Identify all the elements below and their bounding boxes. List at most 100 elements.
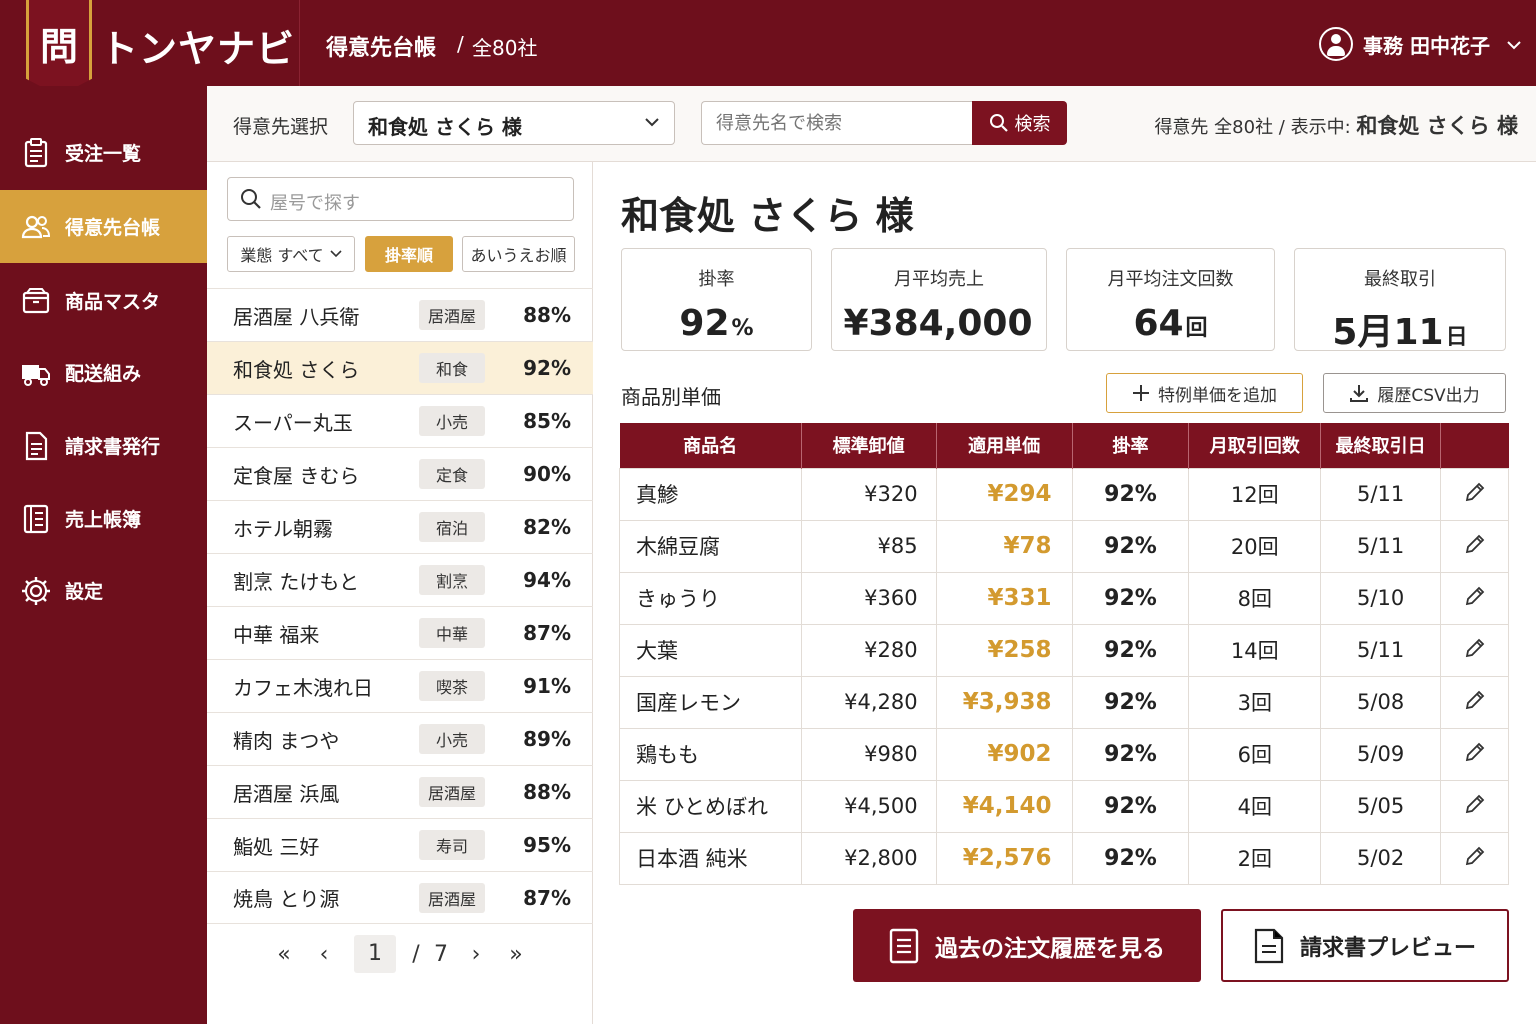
business-type-badge: 和食 [419,353,485,383]
list-item[interactable]: 定食屋 きむら 定食 90% [207,447,593,500]
download-icon [1350,385,1369,402]
list-item[interactable]: 割烹 たけもと 割烹 94% [207,553,593,606]
filter-bar: 得意先選択 和食処 さくら 様 検索 得意先 全80社 / 表示中: 和食処 さ… [207,86,1536,162]
user-avatar-icon [1319,27,1354,61]
list-item[interactable]: 焼鳥 とり源 居酒屋 87% [207,871,593,924]
column-header[interactable]: 月取引回数 [1188,423,1321,468]
list-item[interactable]: 中華 福来 中華 87% [207,606,593,659]
stat-label: 最終取引 [1364,269,1436,290]
rate-cell: 92% [1071,623,1190,677]
add-special-price-button[interactable]: 特例単価を追加 [1106,373,1303,413]
column-header-edit [1440,423,1509,468]
rate-value: 90% [523,462,571,486]
table-row: 木綿豆腐 ¥85 ¥78 92% 20回 5/11 [619,519,1509,573]
logo-area[interactable]: 問 トンヤナビ [0,0,300,96]
list-item[interactable]: ホテル朝霧 宿泊 82% [207,500,593,553]
column-header[interactable]: 標準卸値 [800,423,937,468]
rate-value: 85% [523,409,571,433]
sidebar-item-delivery[interactable]: 配送組み [0,336,207,409]
pencil-icon [1463,534,1487,561]
chevron-down-icon [644,112,660,131]
stat-card-monthly-sales: 月平均売上 ¥384,000 [831,248,1047,351]
edit-price-button[interactable] [1440,623,1509,677]
edit-price-button[interactable] [1440,675,1509,729]
chip-label: 業態 すべて [240,246,324,265]
last-page-icon[interactable]: » [496,942,536,967]
monthly-count: 12回 [1188,467,1322,521]
monthly-count: 6回 [1188,727,1322,781]
pencil-icon [1463,846,1487,873]
edit-price-button[interactable] [1440,727,1509,781]
sort-by-rate-chip[interactable]: 掛率順 [365,236,453,272]
stat-label: 掛率 [698,269,735,290]
list-item[interactable]: 居酒屋 浜風 居酒屋 88% [207,765,593,818]
edit-price-button[interactable] [1440,519,1509,573]
monthly-count: 8回 [1188,571,1322,625]
sidebar-item-sales-ledger[interactable]: 売上帳簿 [0,482,207,555]
business-type-badge: 小売 [419,724,485,754]
button-label: 履歴CSV出力 [1377,385,1480,406]
list-item[interactable]: カフェ木洩れ日 喫茶 91% [207,659,593,712]
customer-name: ホテル朝霧 [233,516,333,541]
list-item-selected[interactable]: 和食処 さくら 和食 92% [207,341,593,394]
column-header[interactable]: 適用単価 [935,423,1073,468]
customer-name: カフェ木洩れ日 [233,675,373,700]
user-menu[interactable]: 事務 田中花子 [1319,24,1522,64]
applied-price: ¥3,938 [935,675,1073,729]
list-item[interactable]: 鮨処 三好 寿司 95% [207,818,593,871]
invoice-preview-button[interactable]: 請求書プレビュー [1221,909,1509,982]
status-prefix: 得意先 全80社 / 表示中: [1154,117,1351,138]
stat-label: 月平均売上 [894,269,984,290]
edit-price-button[interactable] [1440,779,1509,833]
trade-name-search-placeholder: 屋号で探す [270,193,360,214]
rate-value: 82% [523,515,571,539]
list-item[interactable]: 精肉 まつや 小売 89% [207,712,593,765]
list-item[interactable]: スーパー丸玉 小売 85% [207,394,593,447]
monthly-count: 20回 [1188,519,1322,573]
table-row: 鶏もも ¥980 ¥902 92% 6回 5/09 [619,727,1509,781]
sort-by-kana-chip[interactable]: あいうえお順 [462,236,575,272]
prev-page-icon[interactable]: ‹ [304,942,344,967]
last-trade-date: 5/08 [1320,675,1442,729]
column-header[interactable]: 最終取引日 [1320,423,1441,468]
sidebar-item-orders[interactable]: 受注一覧 [0,116,207,189]
sidebar-item-products[interactable]: 商品マスタ [0,264,207,337]
rate-value: 87% [523,885,571,910]
sidebar-item-customers[interactable]: 得意先台帳 [0,190,207,263]
stat-card-last-trade: 最終取引 5月11日 [1294,248,1506,353]
sidebar-item-label: 商品マスタ [65,291,161,313]
business-type-badge: 割烹 [419,565,485,595]
first-page-icon[interactable]: « [264,942,304,967]
column-header[interactable]: 掛率 [1071,423,1189,468]
product-name: きゅうり [619,571,802,625]
business-type-badge: 居酒屋 [419,882,485,913]
list-item[interactable]: 居酒屋 八兵衛 居酒屋 88% [207,288,593,341]
customer-select[interactable]: 和食処 さくら 様 [353,101,675,145]
chip-label: 掛率順 [384,246,433,265]
stat-number: 92 [679,303,730,344]
search-button[interactable]: 検索 [972,101,1067,145]
next-page-icon[interactable]: › [456,942,496,967]
pencil-icon [1463,586,1487,613]
business-type-filter[interactable]: 業態 すべて [227,236,355,272]
export-csv-button[interactable]: 履歴CSV出力 [1323,373,1506,413]
business-type-badge: 喫茶 [419,671,485,701]
order-history-button[interactable]: 過去の注文履歴を見る [853,909,1201,982]
sidebar-item-settings[interactable]: 設定 [0,554,207,627]
business-type-badge: 定食 [419,459,485,489]
sidebar-item-invoices[interactable]: 請求書発行 [0,409,207,482]
business-type-badge: 寿司 [419,830,485,860]
ledger-icon [20,503,52,535]
edit-price-button[interactable] [1440,467,1509,521]
trade-name-search-input[interactable]: 屋号で探す [227,177,574,221]
table-row: 真鯵 ¥320 ¥294 92% 12回 5/11 [619,467,1509,521]
standard-price: ¥320 [800,467,937,521]
column-header[interactable]: 商品名 [619,423,802,468]
current-page[interactable]: 1 [354,935,396,973]
user-name: 事務 田中花子 [1363,33,1490,58]
edit-price-button[interactable] [1440,831,1509,885]
customer-search-input[interactable] [701,101,973,145]
last-trade-date: 5/05 [1320,779,1442,833]
product-name: 木綿豆腐 [619,519,802,573]
edit-price-button[interactable] [1440,571,1509,625]
